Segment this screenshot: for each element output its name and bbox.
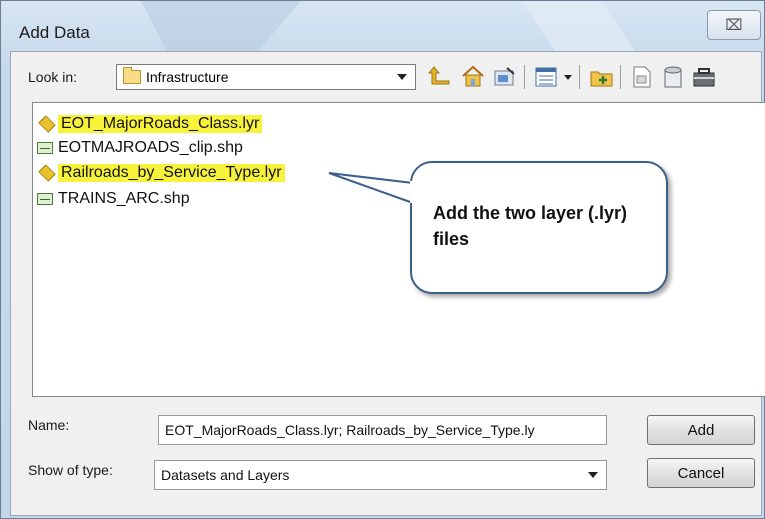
cancel-button[interactable]: Cancel [647, 458, 755, 488]
toolbar-separator [579, 65, 580, 89]
window-title: Add Data [19, 23, 90, 42]
add-button-label: Add [687, 421, 715, 439]
callout-pointer-cover [410, 181, 418, 203]
connect-folder-icon[interactable] [492, 64, 518, 90]
type-label: Show of type: [28, 462, 113, 478]
file-name: Railroads_by_Service_Type.lyr [58, 164, 285, 182]
lookin-label: Look in: [28, 69, 78, 85]
layer-file-icon [38, 115, 56, 133]
new-folder-icon[interactable] [589, 64, 615, 90]
shapefile-icon [37, 142, 53, 154]
lookin-value: Infrastructure [146, 69, 229, 85]
folder-icon [123, 67, 141, 84]
layer-file-icon [38, 164, 56, 182]
view-list-icon[interactable] [533, 64, 559, 90]
view-dropdown-chevron-icon[interactable] [561, 64, 575, 90]
add-button[interactable]: Add [647, 415, 755, 445]
new-file-icon[interactable] [629, 64, 655, 90]
type-dropdown-value: Datasets and Layers [161, 467, 290, 483]
toolbar-separator [524, 65, 525, 89]
lookin-dropdown[interactable]: Infrastructure [116, 64, 416, 90]
list-item[interactable]: TRAINS_ARC.shp [37, 189, 193, 209]
name-field[interactable]: EOT_MajorRoads_Class.lyr; Railroads_by_S… [158, 415, 607, 445]
shapefile-icon [37, 193, 53, 205]
cancel-button-label: Cancel [677, 464, 725, 482]
toolbox-icon[interactable] [691, 64, 717, 90]
close-button[interactable]: ⌧ [707, 10, 761, 40]
list-item[interactable]: EOTMAJROADS_clip.shp [37, 138, 246, 158]
list-item[interactable]: Railroads_by_Service_Type.lyr [37, 163, 285, 183]
chevron-down-icon [588, 472, 598, 478]
toolbar-separator [620, 65, 621, 89]
up-one-level-icon[interactable] [427, 64, 453, 90]
close-icon: ⌧ [725, 17, 743, 34]
type-dropdown[interactable]: Datasets and Layers [154, 460, 607, 490]
callout-box: Add the two layer (.lyr) files [410, 161, 668, 294]
name-field-value: EOT_MajorRoads_Class.lyr; Railroads_by_S… [165, 422, 535, 438]
chevron-down-icon [397, 74, 407, 80]
home-icon[interactable] [460, 64, 486, 90]
add-data-dialog: Add Data ⌧ Look in: Infrastructure EOT_M… [0, 0, 765, 519]
name-label: Name: [28, 417, 70, 433]
file-name: EOT_MajorRoads_Class.lyr [58, 115, 263, 133]
callout-text: Add the two layer (.lyr) files [433, 203, 628, 249]
catalog-icon[interactable] [661, 64, 687, 90]
file-name: EOTMAJROADS_clip.shp [58, 139, 243, 156]
list-item[interactable]: EOT_MajorRoads_Class.lyr [37, 114, 263, 134]
file-name: TRAINS_ARC.shp [58, 190, 190, 207]
